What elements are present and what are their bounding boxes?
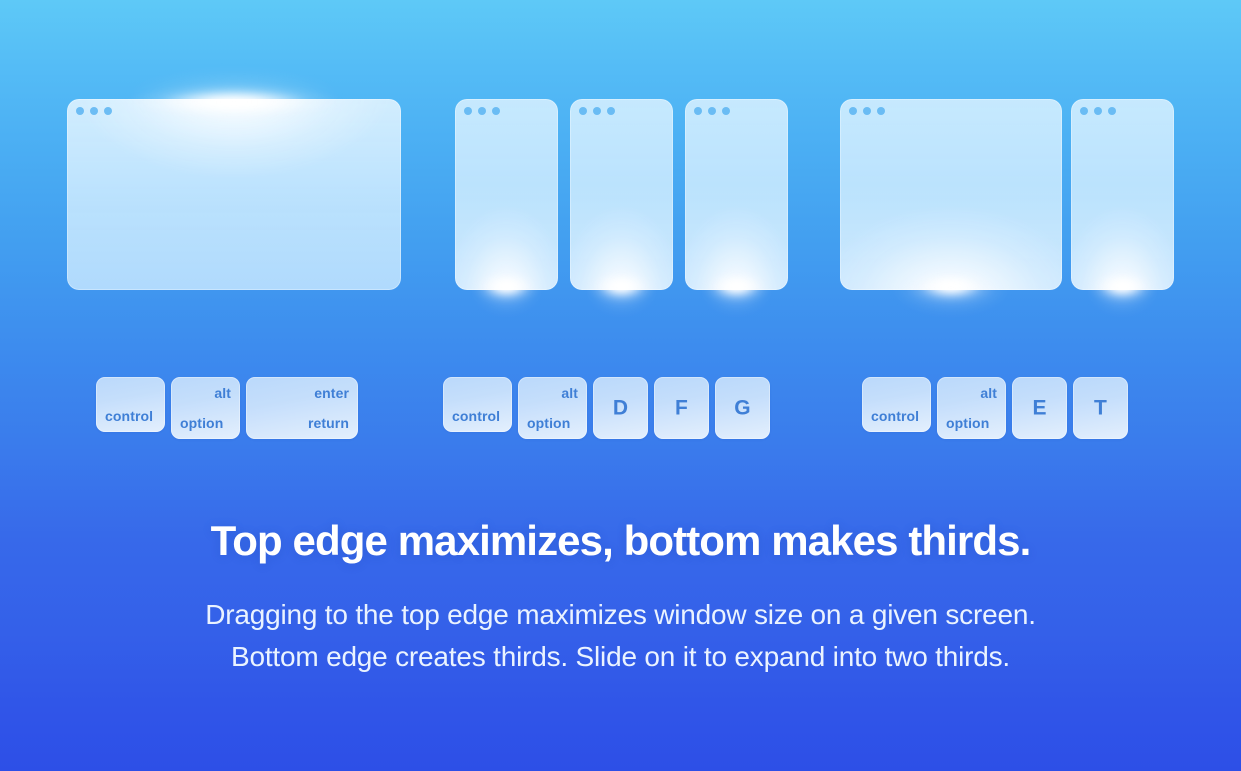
bottom-glow-spill: [695, 286, 778, 320]
key-f-label: F: [675, 396, 688, 420]
top-glow-spill: [107, 65, 361, 101]
two-thirds-window[interactable]: [840, 99, 1062, 290]
shortcut-thirds: control alt option D F G: [443, 377, 770, 439]
key-option-label: option: [180, 415, 224, 431]
zoom-dot-icon: [877, 107, 885, 115]
key-t[interactable]: T: [1073, 377, 1128, 439]
key-e-label: E: [1032, 396, 1047, 420]
traffic-lights: [1080, 107, 1116, 115]
key-control-label: control: [871, 408, 920, 424]
minimize-dot-icon: [478, 107, 486, 115]
close-dot-icon: [849, 107, 857, 115]
feature-illustration: control alt option enter return control …: [0, 0, 1241, 771]
key-return[interactable]: enter return: [246, 377, 358, 439]
headline: Top edge maximizes, bottom makes thirds.: [210, 517, 1032, 564]
traffic-lights: [464, 107, 500, 115]
key-e[interactable]: E: [1012, 377, 1067, 439]
close-dot-icon: [464, 107, 472, 115]
traffic-lights: [579, 107, 615, 115]
key-option-label: option: [946, 415, 990, 431]
key-control-label: control: [105, 408, 154, 424]
key-d-label: D: [612, 396, 629, 420]
key-control-label: control: [452, 408, 501, 424]
minimize-dot-icon: [593, 107, 601, 115]
zoom-dot-icon: [607, 107, 615, 115]
key-control[interactable]: control: [96, 377, 165, 432]
left-third-window[interactable]: [455, 99, 558, 290]
key-option[interactable]: alt option: [171, 377, 240, 439]
body-line-1: Dragging to the top edge maximizes windo…: [205, 599, 1036, 630]
key-control[interactable]: control: [443, 377, 512, 432]
key-alt-label: alt: [980, 385, 997, 401]
one-third-window[interactable]: [1071, 99, 1174, 290]
close-dot-icon: [76, 107, 84, 115]
key-return-label: return: [307, 415, 349, 431]
shortcut-two-thirds: control alt option E T: [862, 377, 1128, 439]
key-option[interactable]: alt option: [518, 377, 587, 439]
minimize-dot-icon: [708, 107, 716, 115]
key-option-label: option: [527, 415, 571, 431]
traffic-lights: [849, 107, 885, 115]
key-g-label: G: [734, 396, 751, 420]
demo-maximize: [67, 65, 401, 290]
key-alt-label: alt: [561, 385, 578, 401]
key-enter-label: enter: [314, 385, 349, 401]
key-f[interactable]: F: [654, 377, 709, 439]
right-third-window[interactable]: [685, 99, 788, 290]
body-line-2: Bottom edge creates thirds. Slide on it …: [230, 641, 1011, 672]
zoom-dot-icon: [722, 107, 730, 115]
shortcut-maximize: control alt option enter return: [96, 377, 358, 439]
minimize-dot-icon: [90, 107, 98, 115]
zoom-dot-icon: [1108, 107, 1116, 115]
close-dot-icon: [579, 107, 587, 115]
key-alt-label: alt: [214, 385, 231, 401]
key-d[interactable]: D: [593, 377, 648, 439]
bottom-glow-spill: [880, 286, 1022, 320]
minimize-dot-icon: [863, 107, 871, 115]
key-t-label: T: [1094, 396, 1107, 420]
close-dot-icon: [1080, 107, 1088, 115]
center-third-window[interactable]: [570, 99, 673, 290]
key-option[interactable]: alt option: [937, 377, 1006, 439]
body-text: Dragging to the top edge maximizes windo…: [0, 594, 1241, 678]
traffic-lights: [76, 107, 112, 115]
zoom-dot-icon: [492, 107, 500, 115]
demo-rows: control alt option enter return control …: [0, 0, 1241, 470]
close-dot-icon: [694, 107, 702, 115]
key-control[interactable]: control: [862, 377, 931, 432]
bottom-glow-spill: [465, 286, 548, 320]
zoom-dot-icon: [104, 107, 112, 115]
maximized-window[interactable]: [67, 99, 401, 290]
traffic-lights: [694, 107, 730, 115]
demo-two-thirds: [840, 99, 1174, 320]
bottom-glow-spill: [1081, 286, 1164, 320]
key-g[interactable]: G: [715, 377, 770, 439]
bottom-glow-spill: [580, 286, 663, 320]
minimize-dot-icon: [1094, 107, 1102, 115]
demo-thirds: [455, 99, 788, 320]
